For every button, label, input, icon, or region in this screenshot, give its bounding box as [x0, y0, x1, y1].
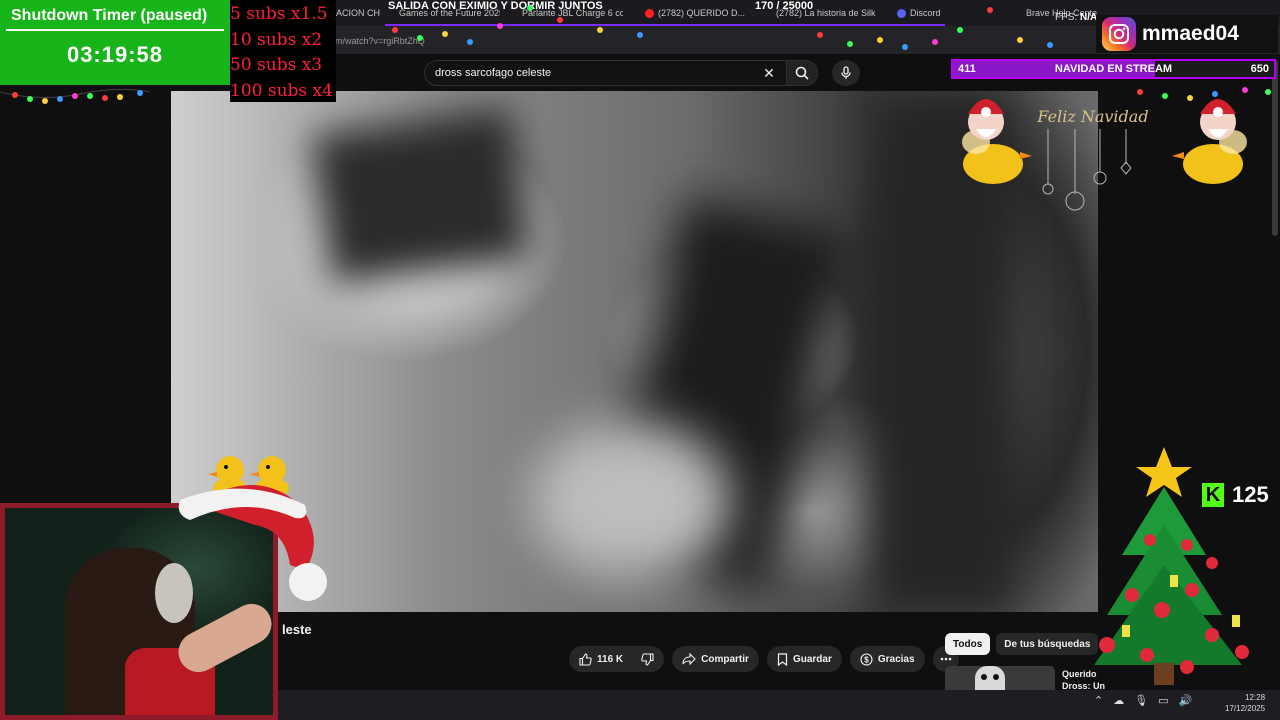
youtube-icon: [645, 8, 654, 18]
subs-multiplier-item: 10 subs x2: [230, 29, 323, 50]
thumbs-down-icon: [641, 652, 654, 666]
super-thanks-icon: $: [860, 652, 873, 666]
recommendation-filter-chips: Todos De tus búsquedas: [945, 633, 1099, 655]
discord-icon: [897, 8, 906, 18]
browser-tab[interactable]: ACION CH: [336, 4, 380, 22]
thanks-button[interactable]: $ Gracias: [849, 646, 925, 672]
fps-label: FPS:: [1055, 12, 1078, 23]
instagram-icon: [1102, 17, 1136, 51]
clear-search-icon[interactable]: ✕: [760, 64, 778, 82]
system-tray: ⌃ ☁ 🎙 ▭ 🔊: [1094, 694, 1192, 707]
screen: { "browser": { "tabs": [ {"label": "ACIO…: [0, 0, 1280, 720]
clock-time: 12:28: [1245, 693, 1266, 702]
share-label: Compartir: [701, 653, 749, 665]
top-banner-text: SALIDA CON EXIMIO Y DORMIR JUNTOS: [388, 0, 603, 12]
browser-tab[interactable]: Discord: [897, 4, 977, 22]
like-button[interactable]: 116 K: [569, 646, 632, 672]
ornaments-icon: [1042, 129, 1132, 211]
timer-title: Shutdown Timer (paused): [11, 7, 208, 24]
cloud-icon[interactable]: ☁: [1113, 694, 1124, 707]
share-icon: [682, 653, 696, 665]
microphone-icon[interactable]: 🎙: [1134, 694, 1148, 707]
voice-search-button[interactable]: [832, 60, 860, 86]
stream-goal-bar: 411 NAVIDAD EN STREAM 650: [951, 59, 1276, 79]
subs-multiplier-item: 5 subs x1.5: [230, 4, 328, 24]
chip-from-searches[interactable]: De tus búsquedas: [996, 633, 1099, 655]
thanks-label: Gracias: [877, 653, 915, 665]
video-frame-shape: [531, 421, 731, 581]
display-icon[interactable]: ▭: [1158, 694, 1168, 707]
subs-multiplier-list: 5 subs x1.5 10 subs x2 50 subs x3 100 su…: [230, 0, 336, 102]
like-count: 116 K: [597, 653, 624, 665]
goal-counter: 170 / 25000: [755, 0, 814, 12]
tab-label: Discord: [910, 8, 941, 18]
subs-multiplier-item: 50 subs x3: [230, 55, 323, 75]
santa-hat-decoration: [178, 456, 327, 601]
microphone-icon: [841, 66, 851, 79]
instagram-badge: mmaed04: [1096, 15, 1278, 53]
chip-all[interactable]: Todos: [945, 633, 991, 655]
thumbs-up-icon: [579, 652, 592, 666]
timer-value: 03:19:58: [66, 42, 164, 67]
subs-multiplier-item: 100 subs x4: [230, 80, 333, 101]
dislike-button[interactable]: [631, 646, 665, 672]
search-button[interactable]: [786, 60, 818, 86]
svg-text:$: $: [864, 655, 869, 664]
christmas-tree-decoration: [1094, 447, 1249, 685]
timer-divider: [6, 29, 224, 31]
search-input[interactable]: dross sarcofago celeste: [424, 60, 788, 86]
santa-duck-right-icon: [1172, 99, 1247, 184]
more-horizontal-icon: [940, 657, 951, 661]
christmas-decoration: Feliz Navidad: [962, 99, 1247, 211]
goal-right-value: 650: [1250, 63, 1269, 75]
tab-label: ACION CH: [336, 8, 381, 18]
bookmark-icon: [777, 652, 788, 666]
chevron-up-icon[interactable]: ⌃: [1094, 694, 1103, 707]
url-text: om/watch?v=rgiRbtZhQ: [330, 36, 425, 46]
save-label: Guardar: [792, 653, 832, 665]
shutdown-timer-widget: Shutdown Timer (paused) 03:19:58: [0, 0, 230, 85]
tab-label: (2782) QUERIDO D...: [658, 8, 746, 18]
browser-tab-active[interactable]: (2782) QUERIDO D...: [645, 4, 755, 22]
search-query-text: dross sarcofago celeste: [435, 67, 552, 79]
search-icon: [795, 66, 809, 80]
instagram-handle: mmaed04: [1142, 22, 1239, 45]
clock-date: 17/12/2025: [1225, 704, 1266, 713]
volume-icon[interactable]: 🔊: [1179, 694, 1193, 707]
video-frame-shape: [311, 107, 531, 285]
fps-readout: FPS: N/A: [1055, 12, 1097, 23]
santa-duck-left-icon: [962, 99, 1032, 184]
share-button[interactable]: Compartir: [672, 646, 759, 672]
feliz-navidad-text: Feliz Navidad: [1036, 107, 1148, 126]
video-actions: 116 K Compartir Guardar $ Gracias: [569, 646, 959, 672]
scrollbar[interactable]: [1272, 60, 1278, 236]
goal-title: NAVIDAD EN STREAM: [1054, 63, 1173, 75]
save-button[interactable]: Guardar: [766, 646, 842, 672]
taskbar-clock[interactable]: 12:28 17/12/2025: [1225, 692, 1265, 714]
fps-value: N/A: [1080, 12, 1098, 23]
url-field[interactable]: om/watch?v=rgiRbtZhQ: [330, 33, 990, 49]
video-title: leste: [282, 622, 312, 637]
